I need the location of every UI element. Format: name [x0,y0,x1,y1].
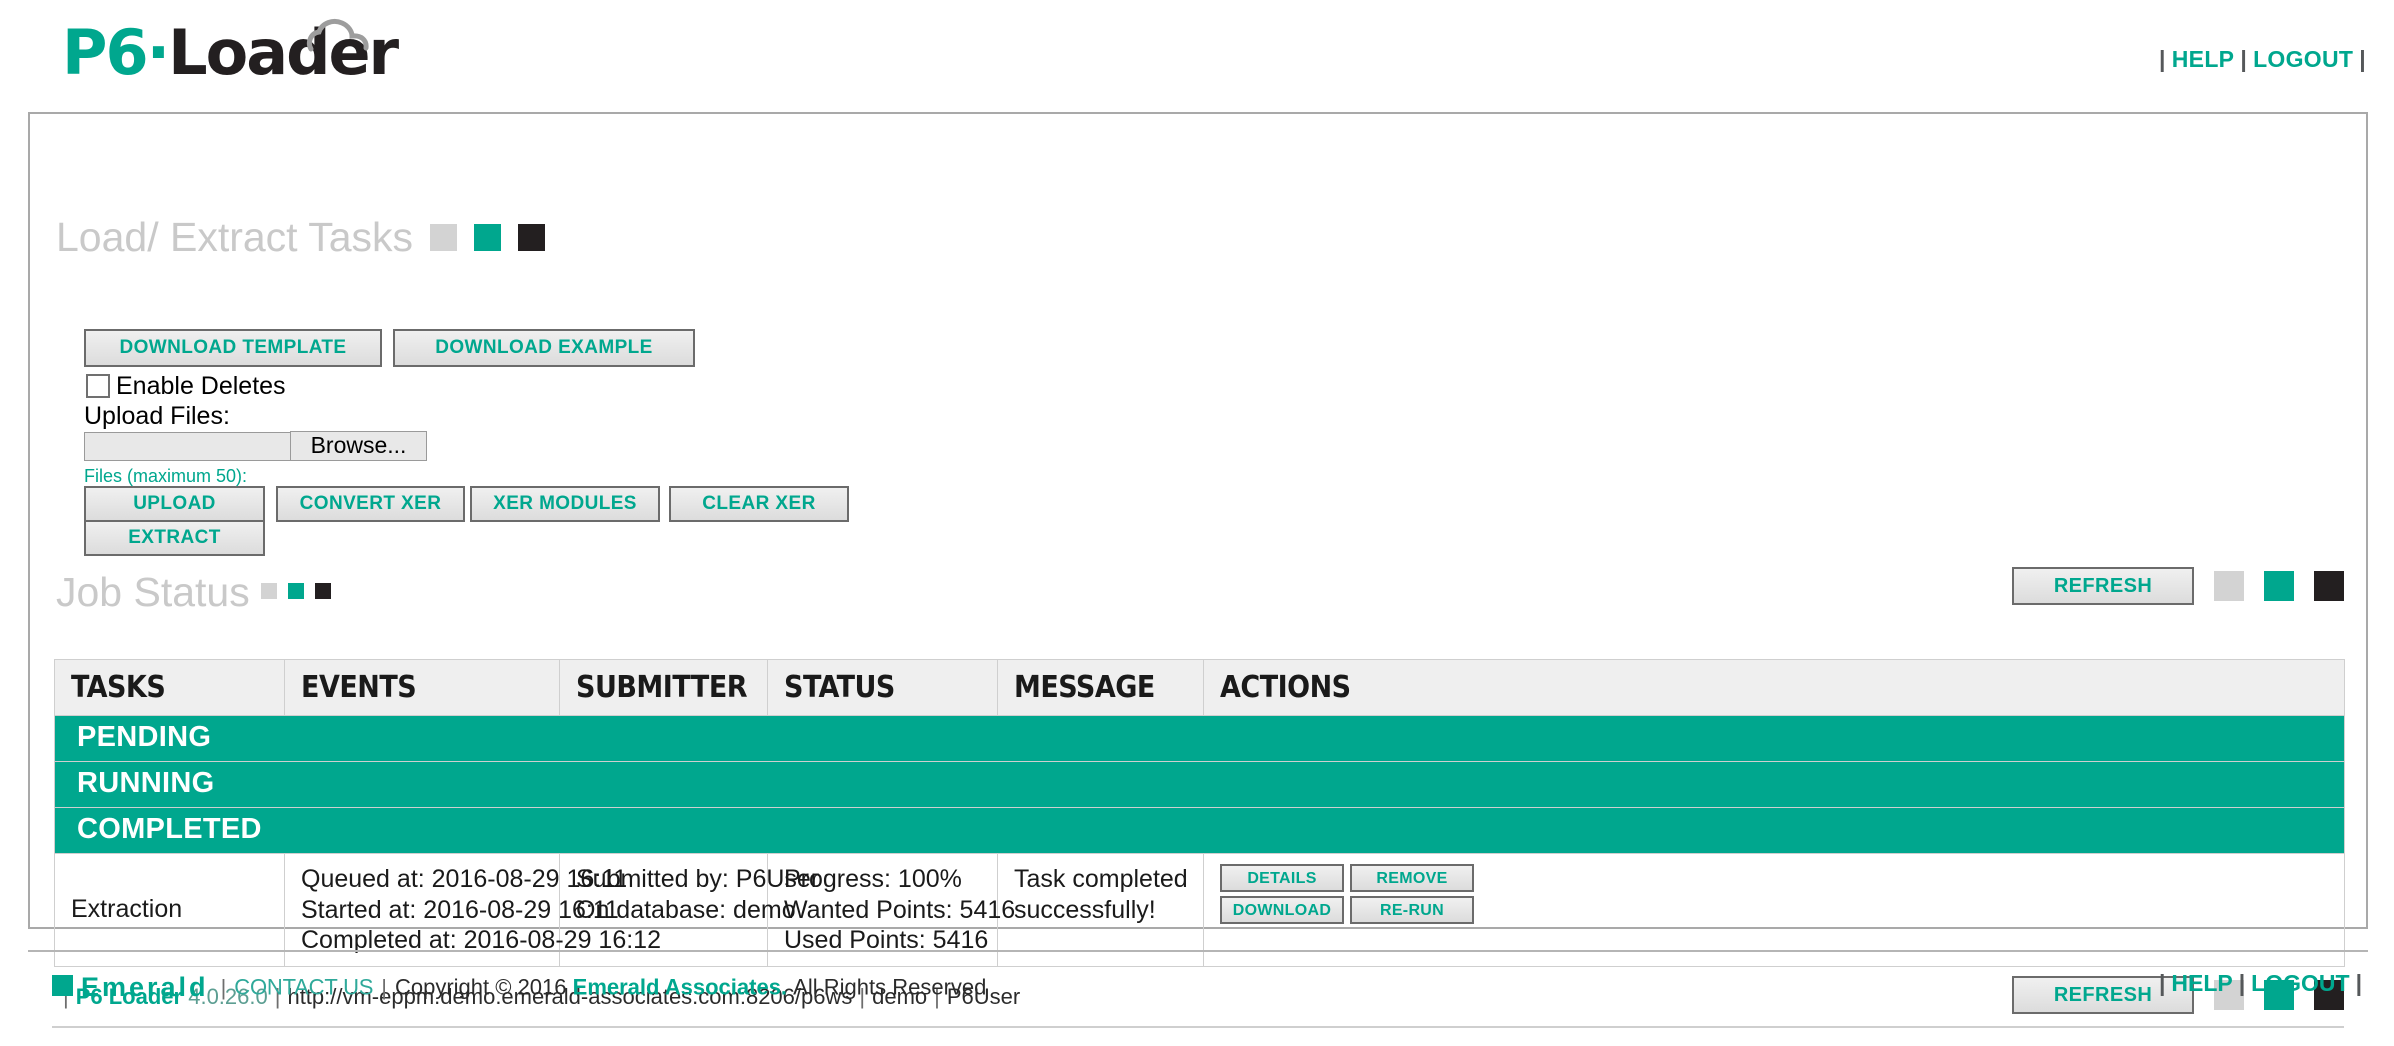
job-square-teal-icon [287,583,304,600]
contact-us-link[interactable]: CONTACT US [234,975,373,1000]
copyright-text: Copyright © 2016 [394,974,567,1000]
details-button[interactable]: DETAILS [1220,864,1344,892]
header-logout-link[interactable]: LOGOUT [2253,46,2353,72]
group-row-running: RUNNING [54,761,2345,808]
extract-button[interactable]: EXTRACT [84,520,265,556]
enable-deletes-row[interactable]: Enable Deletes [86,372,286,404]
submitted-by: Submitted by: P6User [576,865,820,893]
footer-divider-2: | [381,974,387,1000]
table-header-row: TASKS EVENTS SUBMITTER STATUS MESSAGE AC… [54,659,2345,716]
download-button[interactable]: DOWNLOAD [1220,896,1344,924]
message-line-1: Task completed [1014,865,1188,893]
group-label-pending: PENDING [54,715,2345,762]
status-progress: Progress: 100% [784,865,962,893]
enable-deletes-label: Enable Deletes [116,372,286,400]
nav-divider-3: | [2359,46,2366,72]
footer-divider-1: | [220,974,227,1000]
column-header-status[interactable]: STATUS [767,659,998,716]
refresh-square-teal-icon [2264,571,2294,601]
footer-divider [28,950,2368,952]
column-header-actions[interactable]: ACTIONS [1203,659,2345,716]
footer-nav-divider-2: | [2238,970,2246,996]
refresh-square-grey-icon [2214,571,2244,601]
browse-button[interactable]: Browse... [290,431,427,461]
refresh-button-top[interactable]: REFRESH [2012,567,2194,605]
main-panel: Load/ Extract Tasks DOWNLOAD TEMPLATE DO… [28,112,2368,1028]
app-header: P6·Loader | HELP | LOGOUT | [0,0,2394,112]
emerald-logo[interactable]: Emerald [52,972,209,1003]
footer-help-link[interactable]: HELP [2171,970,2232,996]
enable-deletes-checkbox[interactable] [86,373,110,398]
app-page: P6·Loader | HELP | LOGOUT | Load/ Extract Ta… [0,0,2394,1046]
rerun-button[interactable]: RE-RUN [1350,896,1474,924]
app-logo[interactable]: P6·Loader [62,12,402,94]
nav-divider-2: | [2240,46,2248,72]
column-header-submitter[interactable]: SUBMITTER [559,659,768,716]
file-path-input[interactable] [84,431,291,461]
job-status-heading: Job Status [56,569,331,616]
company-name: Emerald Associates. [572,974,788,1000]
logo-separator-dot: · [146,16,171,89]
app-footer: Emerald | CONTACT US | Copyright © 2016 Emer… [0,950,2394,1046]
load-extract-tasks-title-text: Load/ Extract Tasks [56,214,414,260]
on-database: On database: demo [576,895,796,924]
heading-square-teal-icon [474,223,502,251]
refresh-square-dark-icon [2314,571,2344,601]
group-row-pending: PENDING [54,715,2345,762]
status-wanted-points: Wanted Points: 5416 [784,895,1016,924]
logo-p6-text: P6 [62,16,149,89]
nav-divider-1: | [2159,46,2166,72]
file-upload-row[interactable]: Browse... [84,431,427,461]
header-help-link[interactable]: HELP [2172,46,2235,72]
cloud-icon [306,18,369,52]
message-line-2: successfully! [1014,895,1156,924]
xer-modules-button[interactable]: XER MODULES [470,486,660,522]
job-square-dark-icon [314,583,331,600]
refresh-group-top: REFRESH [2012,567,2344,605]
job-status-title-text: Job Status [56,569,250,615]
convert-xer-button[interactable]: CONVERT XER [276,486,465,522]
event-queued: Queued at: 2016-08-29 16:11 [301,865,628,893]
header-nav: | HELP | LOGOUT | [2153,46,2372,73]
clear-xer-button[interactable]: CLEAR XER [669,486,849,522]
group-label-running: RUNNING [54,761,2345,808]
emerald-square-icon [52,975,73,996]
group-row-completed: COMPLETED [54,807,2345,854]
remove-button[interactable]: REMOVE [1350,864,1474,892]
job-status-table: TASKS EVENTS SUBMITTER STATUS MESSAGE AC… [54,659,2345,967]
emerald-brand-text: Emerald [81,972,209,1002]
heading-square-grey-icon [430,223,458,251]
rights-reserved-text: All Rights Reserved [793,974,987,1000]
load-extract-tasks-heading: Load/ Extract Tasks [56,214,546,261]
group-label-completed: COMPLETED [54,807,2345,854]
files-maximum-label: Files (maximum 50): [84,466,248,486]
column-header-tasks[interactable]: TASKS [54,659,285,716]
event-started: Started at: 2016-08-29 16:11 [301,895,619,924]
upload-button[interactable]: UPLOAD [84,486,265,522]
column-header-message[interactable]: MESSAGE [997,659,1204,716]
download-example-button[interactable]: DOWNLOAD EXAMPLE [393,329,695,367]
footer-nav-divider-1: | [2158,970,2166,996]
job-square-grey-icon [260,583,277,600]
column-header-events[interactable]: EVENTS [284,659,560,716]
footer-logout-link[interactable]: LOGOUT [2251,970,2349,996]
footer-nav-divider-3: | [2355,970,2362,996]
heading-square-dark-icon [518,223,546,251]
download-template-button[interactable]: DOWNLOAD TEMPLATE [84,329,382,367]
footer-left-group: Emerald | CONTACT US | Copyright © 2016 Emer… [52,972,986,1003]
footer-nav: | HELP | LOGOUT | [2153,970,2368,997]
upload-files-label: Upload Files: [84,402,230,430]
